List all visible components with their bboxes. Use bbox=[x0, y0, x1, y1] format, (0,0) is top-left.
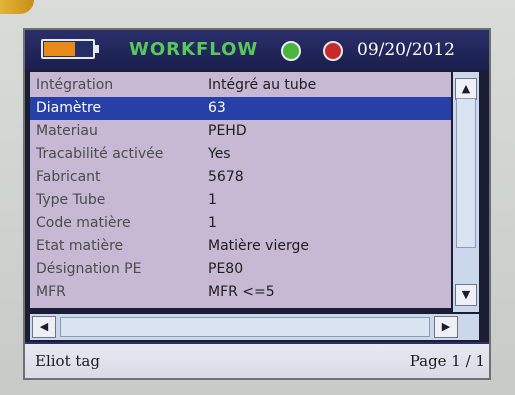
status-footer: Eliot tag Page 1 / 1 bbox=[25, 342, 489, 378]
field-value: Matière vierge bbox=[208, 238, 309, 254]
field-row[interactable]: Code matière 1 bbox=[30, 212, 451, 235]
arrow-up-icon[interactable]: ▲ bbox=[455, 78, 477, 100]
field-value: 1 bbox=[208, 192, 217, 208]
field-label: Tracabilité activée bbox=[36, 146, 164, 162]
field-label: Type Tube bbox=[36, 192, 106, 208]
field-label: Materiau bbox=[36, 123, 98, 139]
vertical-scrollbar[interactable]: ▲ ▼ bbox=[453, 72, 479, 312]
field-value: 5678 bbox=[208, 169, 244, 185]
field-row[interactable]: Fabricant 5678 bbox=[30, 166, 451, 189]
field-label: Intégration bbox=[36, 77, 114, 93]
field-row[interactable]: Type Tube 1 bbox=[30, 189, 451, 212]
footer-tag-label: Eliot tag bbox=[35, 352, 100, 370]
field-value: Intégré au tube bbox=[208, 77, 317, 93]
horizontal-scroll-thumb[interactable] bbox=[60, 317, 430, 337]
field-row[interactable]: Désignation PE PE80 bbox=[30, 258, 451, 281]
arrow-left-icon[interactable]: ◀ bbox=[32, 316, 56, 338]
page-indicator: Page 1 / 1 bbox=[409, 352, 485, 370]
field-value: PEHD bbox=[208, 123, 247, 139]
title-bar: WORKFLOW 09/20/2012 bbox=[25, 30, 489, 70]
field-label: Diamètre bbox=[36, 100, 102, 116]
field-label: Désignation PE bbox=[36, 261, 142, 277]
mode-label: WORKFLOW bbox=[129, 39, 259, 60]
status-error-icon[interactable] bbox=[323, 41, 343, 61]
field-label: Fabricant bbox=[36, 169, 101, 185]
battery-icon bbox=[41, 39, 95, 59]
device-screen: WORKFLOW 09/20/2012 Intégration Intégré a… bbox=[23, 28, 491, 380]
field-row[interactable]: Materiau PEHD bbox=[30, 120, 451, 143]
field-value: 63 bbox=[208, 100, 226, 116]
field-label: Code matière bbox=[36, 215, 131, 231]
vertical-scroll-thumb[interactable] bbox=[456, 98, 476, 248]
arrow-right-icon[interactable]: ▶ bbox=[434, 316, 458, 338]
field-label: MFR bbox=[36, 284, 66, 300]
field-list: Intégration Intégré au tube Diamètre 63 Mate… bbox=[30, 72, 451, 308]
battery-tip bbox=[95, 45, 99, 53]
arrow-down-icon[interactable]: ▼ bbox=[455, 284, 477, 306]
field-row[interactable]: Intégration Intégré au tube bbox=[30, 74, 451, 97]
field-row[interactable]: MFR MFR <=5 bbox=[30, 281, 451, 304]
field-row[interactable]: Tracabilité activée Yes bbox=[30, 143, 451, 166]
field-value: MFR <=5 bbox=[208, 284, 275, 300]
battery-level-fill bbox=[44, 42, 75, 56]
field-value: Yes bbox=[208, 146, 231, 162]
field-row[interactable]: Etat matière Matière vierge bbox=[30, 235, 451, 258]
date-display: 09/20/2012 bbox=[357, 40, 455, 60]
horizontal-scrollbar[interactable]: ◀ ▶ bbox=[30, 314, 479, 340]
field-row[interactable]: Diamètre 63 bbox=[30, 97, 451, 120]
field-value: PE80 bbox=[208, 261, 244, 277]
field-label: Etat matière bbox=[36, 238, 124, 254]
field-value: 1 bbox=[208, 215, 217, 231]
status-ok-icon[interactable] bbox=[281, 41, 301, 61]
